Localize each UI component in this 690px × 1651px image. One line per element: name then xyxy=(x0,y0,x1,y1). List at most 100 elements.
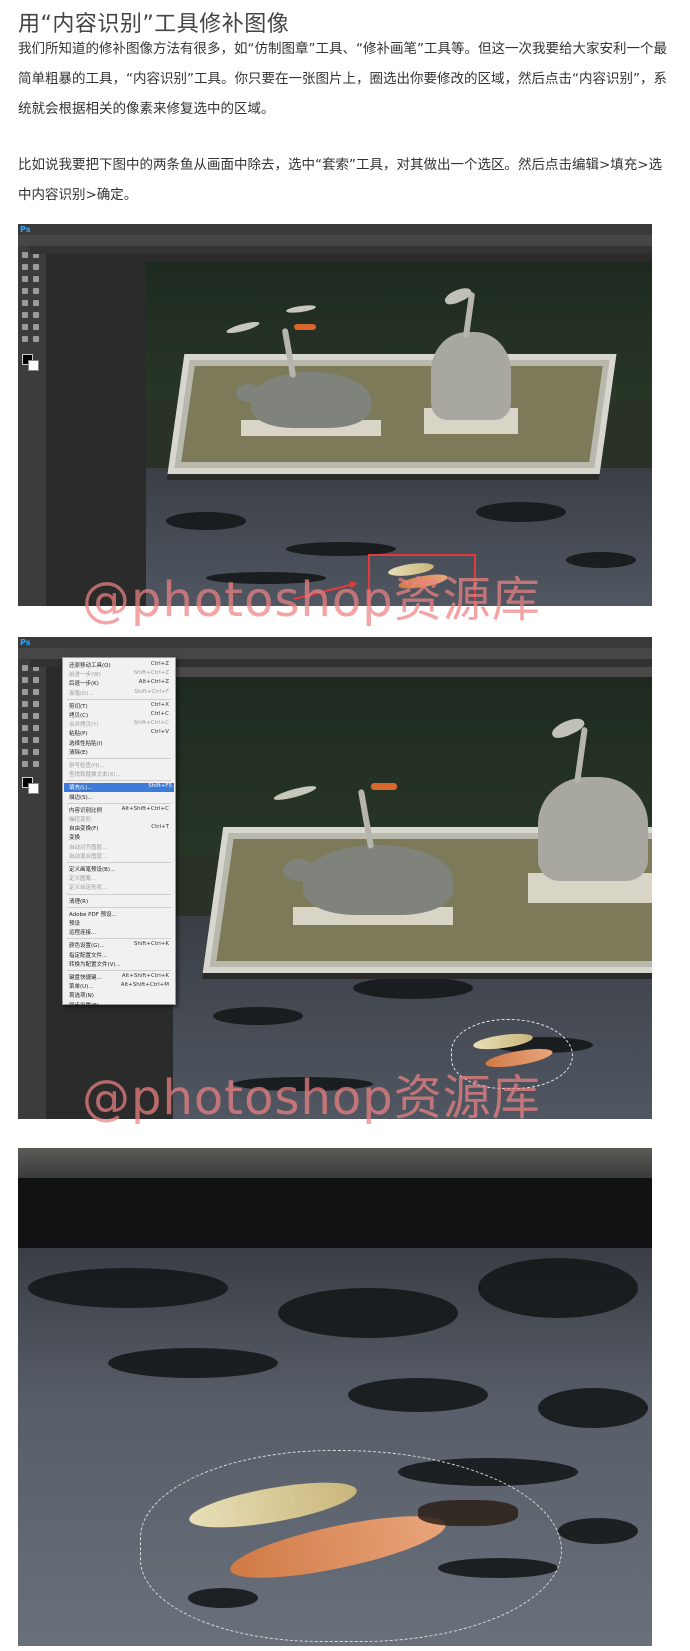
edit-menu-item[interactable]: 定义图案... xyxy=(69,874,171,883)
photoshop-menubar: Ps xyxy=(18,224,652,235)
menu-separator xyxy=(67,906,171,908)
background-color-icon xyxy=(28,360,39,371)
crane-statue xyxy=(431,332,511,420)
steps-paragraph: 比如说我要把下图中的两条鱼从画面中除去，选中“套索”工具，对其做出一个选区。然后… xyxy=(18,157,663,203)
edit-menu-item[interactable]: 键盘快捷键... Alt+Shift+Ctrl+K xyxy=(69,973,171,982)
crop-tool-icon xyxy=(22,276,28,282)
edit-menu-item[interactable]: 定义画笔预设(B)... xyxy=(69,865,171,874)
edit-menu-item[interactable]: 拷贝(C) Ctrl+C xyxy=(69,711,171,720)
edit-menu-item[interactable]: 颜色设置(G)... Shift+Ctrl+K xyxy=(69,941,171,950)
edit-menu-item[interactable]: 粘贴(P) Ctrl+V xyxy=(69,729,171,738)
edit-menu-item[interactable]: 同步设置(E) xyxy=(69,1001,171,1010)
edit-menu-item[interactable]: 还原移动工具(O) Ctrl+Z xyxy=(69,661,171,670)
menu-item-label: 自动对齐图层... xyxy=(69,844,108,851)
lasso-tool-icon xyxy=(22,677,28,683)
menu-item-label: 粘贴(P) xyxy=(69,731,88,738)
edit-menu-item[interactable]: 清除(E) xyxy=(69,748,171,757)
edit-menu-item[interactable]: 填充(L)... Shift+F5 xyxy=(64,783,174,793)
brush-tool-icon xyxy=(33,288,39,294)
menu-item-shortcut: Ctrl+T xyxy=(151,824,169,831)
pond-photo xyxy=(146,262,652,606)
menu-item-label: 变换 xyxy=(69,835,81,842)
path-select-tool-icon xyxy=(33,336,39,342)
edit-menu-item[interactable]: 预设 xyxy=(69,919,171,928)
menu-item-label: 定义画笔预设(B)... xyxy=(69,867,116,873)
watermark-top: @photoshop资源库 xyxy=(82,572,541,628)
edit-menu-item[interactable]: 变换 xyxy=(69,833,171,842)
menu-item-label: 颜色设置(G)... xyxy=(69,943,105,950)
zoomed-selection-photo xyxy=(18,1148,652,1646)
menu-item-label: 拷贝(C) xyxy=(69,713,89,719)
menu-item-label: 定义图案... xyxy=(69,876,97,883)
edit-menu-dropdown: 还原移动工具(O) Ctrl+Z 前进一步(W) Shift+Ctrl+Z 后退一步(K… xyxy=(62,657,176,1009)
edit-menu-item[interactable]: 自动混合图层... xyxy=(69,852,171,861)
gradient-tool-icon xyxy=(33,725,39,731)
menu-item-label: 内容识别比例 xyxy=(69,807,103,814)
intro-paragraph: 我们所知道的修补图像方法有很多，如“仿制图章”工具、“修补画笔”工具等。但这一次… xyxy=(18,41,667,117)
move-tool-icon xyxy=(22,665,28,671)
menu-item-shortcut: Alt+Shift+Ctrl+M xyxy=(120,982,169,989)
edit-menu-item[interactable]: 查找和替换文本(X)... xyxy=(69,770,171,779)
platform-shadow xyxy=(18,1178,652,1248)
edit-menu-item[interactable]: 自动对齐图层... xyxy=(69,843,171,852)
edit-menu-item[interactable]: 剪切(T) Ctrl+X xyxy=(69,702,171,711)
menu-item-label: 定义自定形状... xyxy=(69,885,108,892)
menu-item-label: 选择性粘贴(I) xyxy=(69,740,103,747)
edit-menu-item[interactable]: 渐隐(D)... Shift+Ctrl+F xyxy=(69,689,171,698)
edit-menu-item[interactable]: 清理(R) xyxy=(69,897,171,906)
menu-item-label: 清理(R) xyxy=(69,898,89,905)
background-color-icon xyxy=(28,783,39,794)
menu-item-label: Adobe PDF 预设... xyxy=(69,911,117,918)
edit-menu-item[interactable]: 转换为配置文件(V)... xyxy=(69,960,171,969)
hand-tool-icon xyxy=(22,761,28,767)
photoshop-logo-icon: Ps xyxy=(20,225,31,234)
pen-tool-icon xyxy=(33,737,39,743)
edit-menu-item[interactable]: 选择性粘贴(I) xyxy=(69,739,171,748)
stone-platform xyxy=(167,354,617,474)
menu-separator xyxy=(67,802,171,804)
healing-tool-icon xyxy=(22,288,28,294)
edit-menu-item[interactable]: 内容识别比例 Alt+Shift+Ctrl+C xyxy=(69,806,171,815)
menu-item-label: 远程连接... xyxy=(69,930,97,937)
menu-item-label: 自动混合图层... xyxy=(69,853,108,860)
type-tool-icon xyxy=(22,749,28,755)
menu-item-label: 合并拷贝(Y) xyxy=(69,722,99,729)
edit-menu-item[interactable]: 首选项(N) xyxy=(69,991,171,1000)
menu-separator xyxy=(67,970,171,971)
menu-item-label: 键盘快捷键... xyxy=(69,975,102,981)
menu-item-label: 填充(L)... xyxy=(69,785,93,792)
edit-menu-item[interactable]: 远程连接... xyxy=(69,928,171,937)
menu-item-shortcut: Shift+F5 xyxy=(148,783,172,790)
edit-menu-item[interactable]: 定义自定形状... xyxy=(69,883,171,892)
stamp-tool-icon xyxy=(22,300,28,306)
menu-item-shortcut: Ctrl+V xyxy=(150,729,169,736)
photoshop-logo-icon: Ps xyxy=(20,638,31,647)
edit-menu-item[interactable]: 指定配置文件... xyxy=(69,951,171,960)
menu-item-label: 同步设置(E) xyxy=(69,1002,99,1009)
edit-menu-item[interactable]: Adobe PDF 预设... xyxy=(69,910,171,919)
edit-menu-item[interactable]: 前进一步(W) Shift+Ctrl+Z xyxy=(69,670,171,679)
edit-menu-item[interactable]: 拼写检查(H)... xyxy=(69,761,171,770)
menu-item-shortcut: Shift+Ctrl+K xyxy=(133,941,169,948)
photoshop-screenshot-edit-menu: Ps 还原移动工具(O) Ctrl+Z 前进一步(W) Shift+Ctrl+Z… xyxy=(18,637,652,1119)
orange-fish-on-turtle xyxy=(371,783,397,790)
menu-item-label: 后退一步(K) xyxy=(69,681,99,688)
eyedropper-tool-icon xyxy=(33,276,39,282)
watermark-bottom: @photoshop资源库 xyxy=(82,1070,541,1126)
edit-menu-item[interactable]: 描边(S)... xyxy=(69,793,171,802)
platform-edge xyxy=(18,1148,652,1178)
menu-item-label: 操控变形 xyxy=(69,817,92,823)
menu-item-label: 自由变换(F) xyxy=(69,826,99,833)
crop-tool-icon xyxy=(22,689,28,695)
type-tool-icon xyxy=(22,336,28,342)
edit-menu-item[interactable]: 操控变形 xyxy=(69,815,171,824)
menu-separator xyxy=(67,862,171,863)
photoshop-toolbox xyxy=(18,659,46,1119)
edit-menu-item[interactable]: 菜单(U)... Alt+Shift+Ctrl+M xyxy=(69,982,171,991)
menu-separator xyxy=(67,780,171,782)
edit-menu-item[interactable]: 自由变换(F) Ctrl+T xyxy=(69,824,171,833)
edit-menu-item[interactable]: 合并拷贝(Y) Shift+Ctrl+C xyxy=(69,720,171,729)
menu-item-label: 渐隐(D)... xyxy=(69,690,94,697)
healing-tool-icon xyxy=(22,701,28,707)
edit-menu-item[interactable]: 后退一步(K) Alt+Ctrl+Z xyxy=(69,679,171,688)
